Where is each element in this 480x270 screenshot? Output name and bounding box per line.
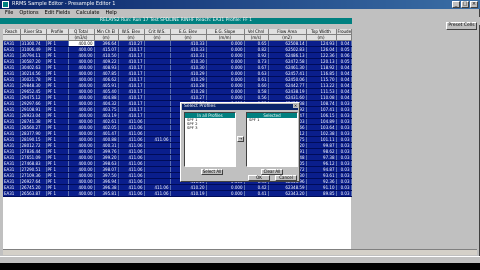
close-button[interactable]: × [470,1,478,8]
ok-button[interactable]: OK [248,175,270,181]
selected-profiles-list[interactable]: Selected SPF 1 [246,112,298,167]
table-cell[interactable]: 400.00 [68,190,95,198]
column-header: Froude # Chl [336,29,352,36]
table-cell[interactable]: 395.81 [94,190,119,198]
select-profiles-dialog: Select Profiles × In all Profiles SPF 1 … [180,102,300,182]
minimize-button[interactable]: _ [452,1,460,8]
menu-file[interactable]: File [5,9,13,17]
cancel-button[interactable]: Cancel [275,175,297,181]
maximize-button[interactable]: □ [461,1,469,8]
main-window: RRMS Sample Editor - Presample Editor 1 … [0,0,480,263]
status-bar [0,256,480,263]
app-icon [2,1,9,8]
table-cell[interactable]: EA31 [3,190,21,198]
table-cell[interactable]: 411.06 [118,190,145,198]
table-title: RELAYS2 Run: Run 17 Test SPDLINE RINHF R… [0,18,352,24]
table-row: EA31 26563.87 PF 1 400.00 395.81 411.06 411.06… [3,190,352,198]
table-cell[interactable]: 410.19 [170,190,207,198]
menu-help[interactable]: Help [105,9,116,17]
column-header: W.S. Elev [118,29,145,36]
window-title: RRMS Sample Editor - Presample Editor 1 [12,1,116,7]
list-item[interactable]: SPF 1 [247,118,297,122]
window-controls: _ □ × [452,1,478,8]
list-item[interactable]: SPF 3 [185,126,235,130]
table-cell[interactable]: 0.41 [244,190,269,198]
horizontal-scrollbar[interactable] [3,249,477,255]
preset-cells-button[interactable]: Preset Cells [446,22,477,30]
menu-options[interactable]: Options [19,9,38,17]
menu-edit-fields[interactable]: Edit Fields [45,9,70,17]
table-cell[interactable]: PF 1 [46,190,69,198]
add-profile-arrow-button[interactable]: → [237,136,244,142]
table-cell[interactable]: 0.03 [336,190,352,198]
dialog-close-button[interactable]: × [293,104,298,108]
select-all-button[interactable]: Select All [201,169,223,175]
menu-calculate[interactable]: Calculate [76,9,99,17]
table-cell[interactable]: 0.000 [206,190,245,198]
column-header: Min Ch El [94,29,119,36]
table-cell[interactable]: 89.85 [306,190,337,198]
title-bar: RRMS Sample Editor - Presample Editor 1 … [0,0,480,9]
menu-bar: File Options Edit Fields Calculate Help [0,9,480,17]
empty-panel [352,31,479,249]
table-cell[interactable]: 26563.87 [20,190,47,198]
table-cell[interactable]: 411.06 [144,190,171,198]
table-cell[interactable]: 62343.20 [268,190,307,198]
available-profiles-list[interactable]: In all Profiles SPF 1 SPF 2 SPF 3 [184,112,236,167]
dialog-title: Select Profiles [182,104,298,110]
